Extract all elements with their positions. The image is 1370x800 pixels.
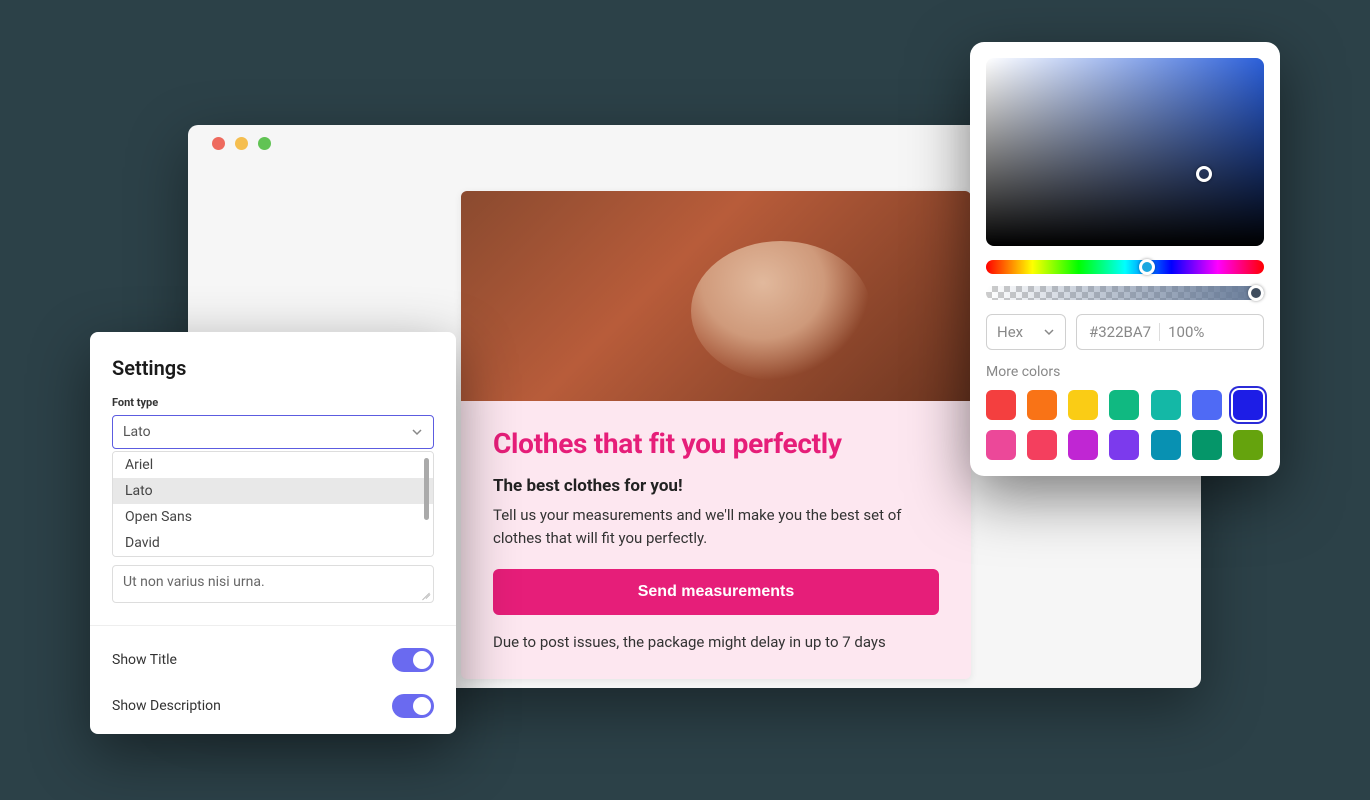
- color-swatch[interactable]: [1068, 430, 1098, 460]
- text-input-value: Ut non varius nisi urna.: [123, 574, 265, 590]
- alpha-handle[interactable]: [1248, 285, 1264, 301]
- promo-disclaimer: Due to post issues, the package might de…: [493, 633, 939, 651]
- font-option[interactable]: Open Sans: [113, 504, 433, 530]
- color-swatch[interactable]: [1027, 390, 1057, 420]
- swatch-grid: [986, 390, 1264, 460]
- color-swatch[interactable]: [1151, 390, 1181, 420]
- color-swatch[interactable]: [1027, 430, 1057, 460]
- font-type-label: Font type: [112, 396, 434, 409]
- color-mode-value: Hex: [997, 323, 1023, 341]
- alpha-slider[interactable]: [986, 286, 1264, 300]
- show-title-row: Show Title: [112, 626, 434, 672]
- show-title-toggle[interactable]: [392, 648, 434, 672]
- color-swatch[interactable]: [1151, 430, 1181, 460]
- font-option[interactable]: David: [113, 530, 433, 556]
- font-option[interactable]: Ariel: [113, 452, 433, 478]
- hue-handle[interactable]: [1139, 259, 1155, 275]
- font-dropdown-list: Ariel Lato Open Sans David: [112, 451, 434, 557]
- promo-title: Clothes that fit you perfectly: [493, 427, 939, 460]
- color-swatch[interactable]: [1068, 390, 1098, 420]
- color-swatch[interactable]: [1109, 390, 1139, 420]
- scrollbar[interactable]: [424, 458, 429, 520]
- font-option[interactable]: Lato: [113, 478, 433, 504]
- settings-panel: Settings Font type Lato Ariel Lato Open …: [90, 332, 456, 734]
- promo-subtitle: The best clothes for you!: [493, 476, 939, 496]
- saturation-value-area[interactable]: [986, 58, 1264, 246]
- toggle-label: Show Description: [112, 698, 221, 714]
- font-type-select[interactable]: Lato: [112, 415, 434, 449]
- send-measurements-button[interactable]: Send measurements: [493, 569, 939, 615]
- font-type-value: Lato: [123, 424, 151, 440]
- color-handle[interactable]: [1196, 166, 1212, 182]
- more-colors-label: More colors: [986, 364, 1264, 380]
- input-separator: [1159, 323, 1160, 341]
- chevron-down-icon: [1043, 326, 1055, 338]
- text-input[interactable]: Ut non varius nisi urna.: [112, 565, 434, 603]
- toggle-label: Show Title: [112, 652, 177, 668]
- resize-handle-icon[interactable]: [419, 588, 431, 600]
- close-icon[interactable]: [212, 137, 225, 150]
- color-swatch[interactable]: [1109, 430, 1139, 460]
- color-mode-select[interactable]: Hex: [986, 314, 1066, 350]
- alpha-value: 100%: [1168, 323, 1204, 341]
- color-swatch[interactable]: [1233, 390, 1263, 420]
- color-swatch[interactable]: [1192, 390, 1222, 420]
- settings-title: Settings: [112, 356, 434, 380]
- color-swatch[interactable]: [986, 430, 1016, 460]
- color-swatch[interactable]: [986, 390, 1016, 420]
- hex-input[interactable]: #322BA7 100%: [1076, 314, 1264, 350]
- show-description-row: Show Description: [112, 672, 434, 718]
- maximize-icon[interactable]: [258, 137, 271, 150]
- hex-value: #322BA7: [1089, 323, 1151, 341]
- promo-body: Tell us your measurements and we'll make…: [493, 504, 939, 549]
- chevron-down-icon: [411, 426, 423, 438]
- hero-image: [461, 191, 971, 401]
- color-picker: Hex #322BA7 100% More colors: [970, 42, 1280, 476]
- promo-card: Clothes that fit you perfectly The best …: [461, 191, 971, 679]
- minimize-icon[interactable]: [235, 137, 248, 150]
- show-description-toggle[interactable]: [392, 694, 434, 718]
- color-swatch[interactable]: [1192, 430, 1222, 460]
- hue-slider[interactable]: [986, 260, 1264, 274]
- color-swatch[interactable]: [1233, 430, 1263, 460]
